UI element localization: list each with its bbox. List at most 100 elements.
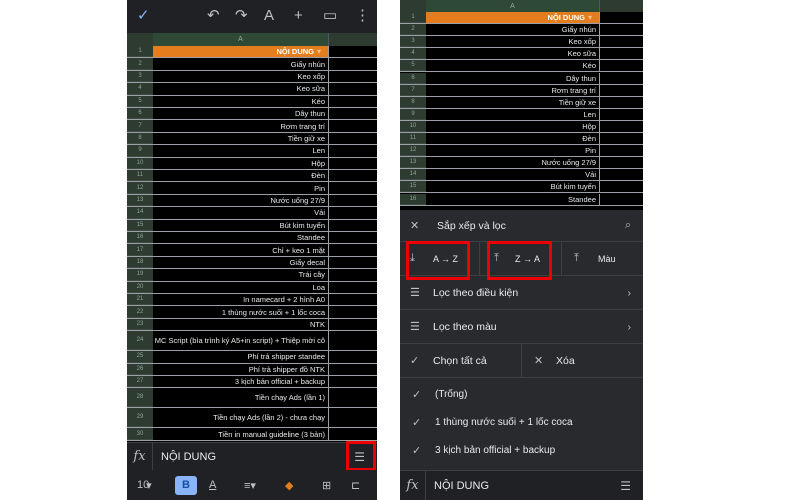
table-row[interactable]: 11 Đèn [400, 133, 643, 146]
sort-color-button[interactable]: ⤒ Màu [562, 242, 643, 275]
row-number[interactable]: 5 [400, 60, 426, 72]
cell[interactable]: Keo sữa [426, 48, 600, 60]
table-row[interactable]: 16 Standee [127, 232, 377, 245]
row-number[interactable]: 10 [127, 157, 153, 169]
row-number[interactable]: 4 [400, 48, 426, 60]
row-number[interactable]: 8 [127, 132, 153, 145]
done-check-icon[interactable]: ✓ [137, 7, 150, 25]
table-row[interactable]: 26 Phí trả shipper đồ NTK [127, 363, 377, 376]
table-row[interactable]: 12 Pin [127, 182, 377, 195]
cell[interactable]: Keo xốp [153, 70, 329, 83]
cell[interactable]: Pin [426, 145, 600, 157]
cell[interactable]: Loa [153, 281, 329, 293]
column-header-a[interactable]: A [426, 0, 600, 12]
row-number[interactable]: 20 [127, 281, 153, 293]
row-number[interactable]: 27 [127, 376, 153, 388]
table-row[interactable]: 23 NTK [127, 318, 377, 332]
cell[interactable]: Phí trả shipper standee [153, 351, 329, 363]
comment-icon[interactable]: ▭ [323, 7, 337, 25]
header-cell[interactable]: NỘI DUNG [153, 46, 329, 58]
table-row[interactable]: 4 Keo sữa [400, 48, 643, 61]
clear-button[interactable]: ✕ Xóa [522, 344, 643, 377]
cell[interactable]: 1 thùng nước suối + 1 lốc coca [153, 306, 329, 318]
row-number[interactable]: 24 [127, 331, 153, 351]
row-number[interactable]: 10 [400, 120, 426, 132]
table-row[interactable]: 7 Rơm trang trí [400, 84, 643, 97]
fill-color-icon[interactable]: ◆ [285, 479, 293, 492]
formula-value[interactable]: NỘI DUNG [153, 451, 216, 463]
table-row[interactable]: 11 Đèn [127, 170, 377, 183]
cell[interactable]: Bút kim tuyến [426, 181, 600, 193]
row-number[interactable]: 12 [400, 145, 426, 157]
table-row[interactable]: 18 Giấy decal [127, 256, 377, 270]
cell[interactable]: Phí trả shipper đồ NTK [153, 363, 329, 375]
row-number[interactable]: 19 [127, 269, 153, 281]
row-number[interactable]: 2 [400, 24, 426, 36]
cell[interactable]: Tiền chạy Ads (lần 2) - chưa chạy [153, 408, 329, 428]
filter-value-item[interactable]: ✓ 1 thùng nước suối + 1 lốc coca [400, 408, 643, 436]
table-row[interactable]: 25 Phí trả shipper standee [127, 351, 377, 364]
cell[interactable]: Keo sữa [153, 83, 329, 95]
cell[interactable]: Bút kim tuyến [153, 219, 329, 231]
row-number[interactable]: 14 [400, 169, 426, 181]
cell[interactable]: Rơm trang trí [426, 84, 600, 96]
cell[interactable]: Len [153, 145, 329, 157]
merge-cells-icon[interactable]: ⊞ [322, 479, 331, 492]
check-icon[interactable]: ✓ [412, 416, 421, 429]
table-row[interactable]: 3 Keo xốp [400, 36, 643, 49]
cell[interactable]: 3 kịch bản official + backup [153, 376, 329, 388]
row-number[interactable]: 3 [400, 36, 426, 48]
row-number[interactable]: 7 [127, 120, 153, 132]
cell[interactable]: Tiền giữ xe [426, 96, 600, 108]
filter-by-condition[interactable]: ☰ Lọc theo điều kiện › [400, 276, 643, 310]
row-number[interactable]: 3 [127, 70, 153, 83]
filter-value-item[interactable]: ✓ 3 kịch bản official + backup [400, 436, 643, 464]
table-row[interactable]: 2 Giấy nhún [127, 58, 377, 71]
more-icon[interactable]: ⋮ [355, 7, 370, 25]
table-row[interactable]: 15 Bút kim tuyến [400, 181, 643, 194]
cell[interactable]: Giấy decal [153, 256, 329, 269]
row-number[interactable]: 12 [127, 182, 153, 194]
filter-dropdown-icon[interactable]: ▾ [588, 12, 592, 24]
row-number[interactable]: 30 [127, 428, 153, 440]
redo-icon[interactable]: ↷ [235, 7, 248, 25]
font-size-dropdown[interactable]: 10 ▾ [137, 479, 152, 492]
search-icon[interactable]: ⌕ [625, 219, 631, 232]
row-number[interactable]: 26 [127, 363, 153, 375]
cell[interactable]: Kéo [426, 60, 600, 72]
table-row[interactable]: 8 Tiền giữ xe [127, 132, 377, 146]
cell[interactable]: Nước uống 27/9 [426, 157, 600, 169]
table-row[interactable]: 10 Hộp [127, 157, 377, 170]
cell[interactable]: Tiền giữ xe [153, 132, 329, 145]
column-header-a[interactable]: A [153, 33, 329, 46]
table-row[interactable]: 9 Len [400, 108, 643, 121]
row-number[interactable]: 21 [127, 294, 153, 306]
cell[interactable]: Đèn [426, 133, 600, 145]
cell[interactable]: Trái cây [153, 269, 329, 281]
text-format-icon[interactable]: A [264, 7, 274, 25]
header-cell[interactable]: NỘI DUNG [426, 12, 600, 24]
table-row[interactable]: 9 Len [127, 145, 377, 158]
table-row[interactable]: 27 3 kịch bản official + backup [127, 376, 377, 389]
table-row[interactable]: 22 1 thùng nước suối + 1 lốc coca [127, 306, 377, 319]
table-row[interactable]: 8 Tiền giữ xe [400, 96, 643, 109]
cell[interactable]: Giấy nhún [426, 24, 600, 36]
cell[interactable]: MC Script (bìa trình ký A5+in script) + … [153, 331, 329, 351]
row-number[interactable]: 17 [127, 244, 153, 256]
check-icon[interactable]: ✓ [412, 444, 421, 457]
add-icon[interactable]: + [294, 7, 303, 25]
cell[interactable]: Standee [426, 193, 600, 205]
cell[interactable]: Dây thun [426, 72, 600, 84]
cell[interactable]: Dây thun [153, 108, 329, 120]
undo-icon[interactable]: ↶ [207, 7, 220, 25]
filter-icon[interactable]: ☰ [620, 479, 631, 493]
row-number[interactable]: 22 [127, 306, 153, 318]
row-number[interactable]: 25 [127, 351, 153, 363]
table-row[interactable]: 14 Vải [127, 207, 377, 220]
cell[interactable]: Keo xốp [426, 36, 600, 48]
table-row[interactable]: 24 MC Script (bìa trình ký A5+in script) … [127, 331, 377, 352]
table-row[interactable]: 19 Trái cây [127, 269, 377, 282]
row-number[interactable]: 1 [127, 46, 153, 58]
table-row[interactable]: 17 Chỉ + keo 1 mặt [127, 244, 377, 257]
row-number[interactable]: 16 [127, 232, 153, 244]
